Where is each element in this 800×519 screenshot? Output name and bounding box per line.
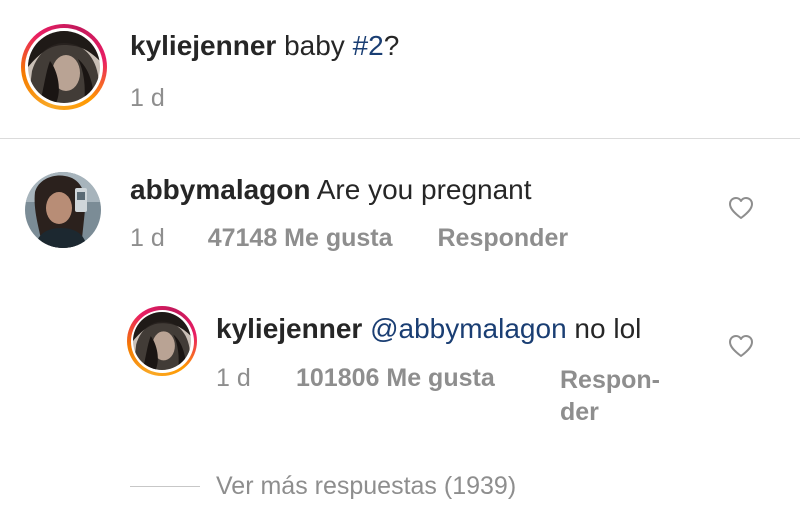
- more-replies-line: [130, 486, 200, 487]
- caption-body-pre: baby: [284, 30, 353, 61]
- reply-mention[interactable]: @abbymalagon: [370, 313, 567, 344]
- reply-text: kyliejenner @abbymalagon no lol: [216, 313, 641, 345]
- comment-heart-icon[interactable]: [728, 196, 754, 220]
- comment-meta: 1 d 47148 Me gusta Responder: [130, 224, 568, 253]
- comment-avatar[interactable]: [25, 172, 101, 248]
- comment-text: abbymalagon Are you pregnant: [130, 174, 532, 206]
- abby-photo: [25, 172, 101, 248]
- reply-heart-icon[interactable]: [728, 334, 754, 358]
- kylie-photo: [28, 31, 100, 103]
- comment-username[interactable]: abbymalagon: [130, 174, 310, 205]
- reply-time: 1 d: [216, 364, 251, 392]
- caption-text: kyliejenner baby #2?: [130, 30, 399, 62]
- comment-time: 1 d: [130, 224, 165, 252]
- kylie-photo-small: [133, 312, 191, 370]
- caption-avatar[interactable]: [21, 24, 107, 110]
- caption-body-post: ?: [383, 30, 400, 61]
- comment-reply-button[interactable]: Responder: [438, 224, 569, 252]
- caption-hashtag[interactable]: #2: [353, 30, 384, 61]
- caption-time: 1 d: [130, 84, 165, 112]
- caption-divider: [0, 138, 800, 139]
- caption-username[interactable]: kyliejenner: [130, 30, 276, 61]
- reply-body: no lol: [574, 313, 642, 344]
- reply-avatar[interactable]: [127, 306, 197, 376]
- reply-reply-button[interactable]: Respon-der: [560, 364, 660, 428]
- reply-username[interactable]: kyliejenner: [216, 313, 362, 344]
- reply-likes[interactable]: 101806 Me gusta: [296, 364, 495, 393]
- more-replies-link[interactable]: Ver más respuestas (1939): [216, 472, 516, 501]
- comment-body: Are you pregnant: [316, 174, 532, 205]
- comment-likes[interactable]: 47148 Me gusta: [208, 224, 393, 252]
